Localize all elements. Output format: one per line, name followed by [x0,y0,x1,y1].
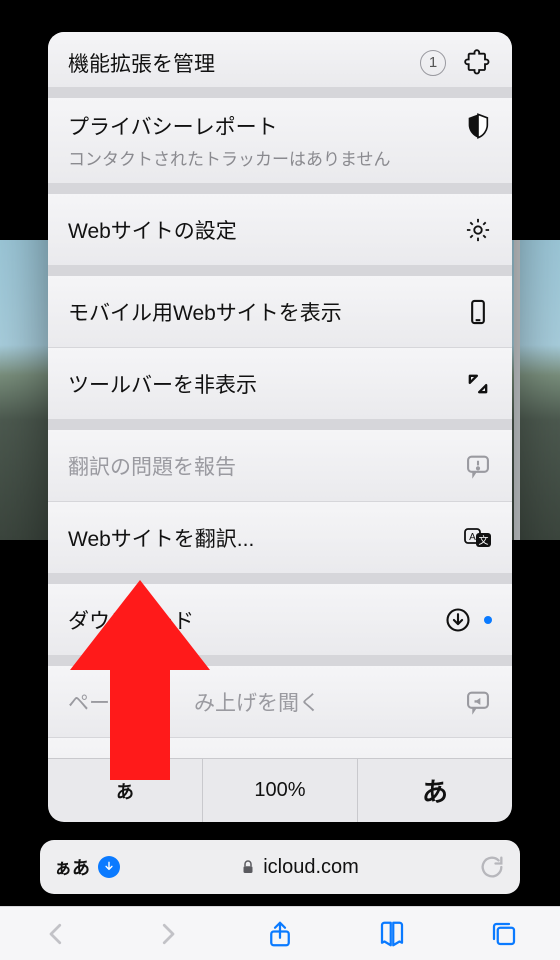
forward-button[interactable] [152,918,184,950]
menu-label: プライバシーレポート [68,111,464,141]
text-size-level[interactable]: 100% [202,759,357,822]
expand-arrows-icon [464,370,492,398]
report-bubble-icon [464,452,492,480]
svg-text:A: A [469,532,476,543]
privacy-report-subtitle: コンタクトされたトラッカーはありません [68,145,492,170]
menu-listen-to-page: ペー み上げを聞く [48,666,512,738]
text-size-bigger[interactable]: あ [357,759,512,822]
menu-report-translation: 翻訳の問題を報告 [48,430,512,502]
menu-label: ツールバーを非表示 [68,369,464,399]
browser-toolbar [0,906,560,960]
address-bar[interactable]: ぁあ icloud.com [40,840,520,894]
shield-icon [464,112,492,140]
download-circle-icon [444,606,472,634]
reload-icon[interactable] [478,853,506,881]
menu-privacy-report[interactable]: プライバシーレポート コンタクトされたトラッカーはありません [48,98,512,184]
menu-website-settings[interactable]: Webサイトの設定 [48,194,512,266]
menu-label: ダウンロード [68,605,444,635]
menu-label: Webサイトを翻訳... [68,523,464,553]
tabs-button[interactable] [488,918,520,950]
menu-label: 機能拡張を管理 [68,48,420,78]
menu-label: 翻訳の問題を報告 [68,451,464,481]
menu-translate-website[interactable]: Webサイトを翻訳... A文 [48,502,512,574]
translate-icon: A文 [464,524,492,552]
text-size-bar: あ 100% あ [48,758,512,822]
share-button[interactable] [264,918,296,950]
downloads-indicator-dot [484,616,492,624]
menu-hide-toolbar[interactable]: ツールバーを非表示 [48,348,512,420]
page-settings-sheet: 機能拡張を管理 1 プライバシーレポート コンタクトされたトラッカーはありません… [48,32,512,822]
phone-icon [464,298,492,326]
menu-manage-extensions[interactable]: 機能拡張を管理 1 [48,32,512,88]
menu-request-mobile-site[interactable]: モバイル用Webサイトを表示 [48,276,512,348]
url-domain: icloud.com [263,856,359,879]
menu-label: Webサイトの設定 [68,215,464,245]
svg-text:文: 文 [479,534,489,547]
menu-downloads[interactable]: ダウンロード [48,584,512,656]
lock-icon [239,858,257,876]
text-size-smaller[interactable]: あ [48,759,202,822]
speaker-bubble-icon [464,688,492,716]
menu-label: ペー み上げを聞く [68,687,464,717]
bookmarks-button[interactable] [376,918,408,950]
downloads-pill-icon[interactable] [98,856,120,878]
extension-count-badge: 1 [420,50,446,76]
puzzle-icon [464,49,492,77]
menu-show-reader: リ ーを表示 [48,738,512,758]
back-button[interactable] [40,918,72,950]
aa-button[interactable]: ぁあ [54,854,90,880]
menu-label: モバイル用Webサイトを表示 [68,297,464,327]
gear-icon [464,216,492,244]
